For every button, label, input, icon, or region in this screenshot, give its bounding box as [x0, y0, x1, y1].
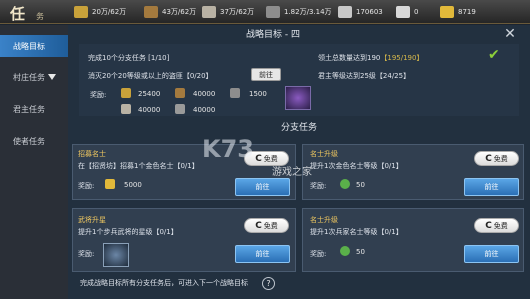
reward-label: 奖励: [78, 182, 95, 190]
task-progress: 【195/190】 [380, 54, 424, 62]
sidebar-item-strategic-goal[interactable]: 战略目标 [0, 35, 68, 57]
resource-value: 1.82万/3.14万 [284, 8, 332, 16]
close-icon[interactable]: ✕ [500, 27, 520, 41]
goto-button[interactable]: 前往 [464, 178, 519, 196]
footer-hint: 完成战略目标所有分支任务后，可进入下一个战略目标 [80, 279, 248, 287]
goal-task-4: 君主等级达到25级【24/25】 [318, 71, 410, 81]
task-progress: 【24/25】 [375, 72, 411, 80]
reward-item-icon[interactable] [285, 86, 311, 110]
free-complete-button[interactable]: C 免费 [474, 151, 519, 166]
resource-value: 170603 [356, 8, 383, 16]
resource-crown: 0 [396, 5, 418, 19]
reward-item-icon[interactable] [103, 243, 129, 267]
refresh-icon: C [485, 220, 492, 231]
card-title: 招募名士 [78, 150, 106, 158]
dropdown-arrow-icon [48, 74, 56, 80]
goto-button[interactable]: 前往 [235, 178, 290, 196]
resource-value: 20万/62万 [92, 8, 127, 16]
reward-value: 40000 [138, 106, 161, 114]
token-icon [340, 246, 350, 256]
task-text: 君主等级达到25级 [318, 72, 376, 80]
goto-button[interactable]: 前往 [464, 245, 519, 263]
sidebar-item-lord-tasks[interactable]: 君主任务 [0, 98, 68, 120]
card-desc: 提升1次兵家名士等级【0/1】 [310, 228, 403, 236]
copper-icon [175, 104, 185, 114]
watermark-text: 游戏之家 [272, 167, 312, 178]
resource-stone: 37万/62万 [202, 5, 254, 19]
task-progress: [1/10] [148, 54, 170, 62]
check-icon: ✔ [488, 47, 500, 63]
watermark-logo-text: K73 [202, 135, 254, 163]
reward-value: 1500 [249, 90, 267, 98]
gold-icon [105, 179, 115, 189]
food-icon [121, 88, 131, 98]
card-desc: 在【招贤坊】招募1个金色名士【0/1】 [78, 162, 199, 170]
reward-value: 50 [356, 248, 365, 256]
task-text: 完成10个分支任务 [88, 54, 146, 62]
reward-label: 奖励: [310, 182, 327, 190]
reward-label: 奖励: [78, 250, 95, 258]
reward-value: 5000 [124, 181, 142, 189]
goto-button[interactable]: 前往 [235, 245, 290, 263]
sidebar-item-label: 战略目标 [13, 41, 45, 51]
resource-iron: 1.82万/3.14万 [266, 5, 332, 19]
wood-icon [144, 6, 158, 18]
reward-value: 40000 [193, 106, 216, 114]
branch-tasks-header: 分支任务 [280, 123, 317, 133]
button-label: 免费 [263, 221, 278, 230]
refresh-icon: C [255, 220, 262, 231]
reward-value: 40000 [193, 90, 216, 98]
stone-icon [202, 6, 216, 18]
resource-wood: 43万/62万 [144, 5, 196, 19]
card-desc: 提升1个步兵武将的星级【0/1】 [78, 228, 178, 236]
wood-icon [175, 88, 185, 98]
reward-value: 50 [356, 181, 365, 189]
sidebar-item-envoy-tasks[interactable]: 使者任务 [0, 130, 68, 152]
free-complete-button[interactable]: C 免费 [244, 218, 289, 233]
resource-value: 43万/62万 [162, 8, 197, 16]
help-icon[interactable]: ? [262, 277, 275, 290]
iron-icon [230, 88, 240, 98]
resource-value: 37万/62万 [220, 8, 255, 16]
button-label: 免费 [493, 154, 508, 163]
goto-button[interactable]: 前往 [251, 68, 281, 81]
page-title-badge: 任 务 [6, 1, 52, 23]
sidebar-item-label: 村庄任务 [13, 72, 45, 82]
resource-value: 0 [414, 8, 419, 16]
resource-value: 8719 [458, 8, 476, 16]
reward-value: 25400 [138, 90, 161, 98]
reward-label: 奖励: [310, 250, 327, 258]
goal-task-1: 完成10个分支任务 [1/10] [88, 53, 169, 63]
goal-task-3: 领土总数量达到190【195/190】 [318, 53, 423, 63]
resource-food: 20万/62万 [74, 5, 126, 19]
free-complete-button[interactable]: C 免费 [474, 218, 519, 233]
iron-icon [266, 6, 280, 18]
copper-icon [338, 6, 352, 18]
resource-gold: 8719 [440, 5, 476, 19]
task-text: 领土总数量达到190 [318, 54, 381, 62]
refresh-icon: C [485, 153, 492, 164]
card-title: 武将升星 [78, 216, 106, 224]
page-title: 任 [10, 5, 26, 23]
stone-icon [121, 104, 131, 114]
token-icon [340, 179, 350, 189]
task-text: 消灭20个20等级或以上的盗匪 [88, 72, 183, 80]
page-title-sub: 务 [36, 12, 44, 21]
sidebar-item-label: 使者任务 [13, 136, 45, 146]
button-label: 免费 [493, 221, 508, 230]
sidebar-item-village-tasks[interactable]: 村庄任务 [0, 66, 68, 88]
goal-header: 战略目标 - 四 [246, 30, 300, 40]
resource-copper: 170603 [338, 5, 383, 19]
gold-icon [440, 6, 454, 18]
crown-icon [396, 6, 410, 18]
reward-label: 奖励: [90, 91, 107, 99]
sidebar-item-label: 君主任务 [13, 104, 45, 114]
card-title: 名士升级 [310, 216, 338, 224]
goal-task-2: 消灭20个20等级或以上的盗匪【0/20】 [88, 71, 213, 81]
task-progress: 【0/20】 [182, 72, 213, 80]
food-icon [74, 6, 88, 18]
